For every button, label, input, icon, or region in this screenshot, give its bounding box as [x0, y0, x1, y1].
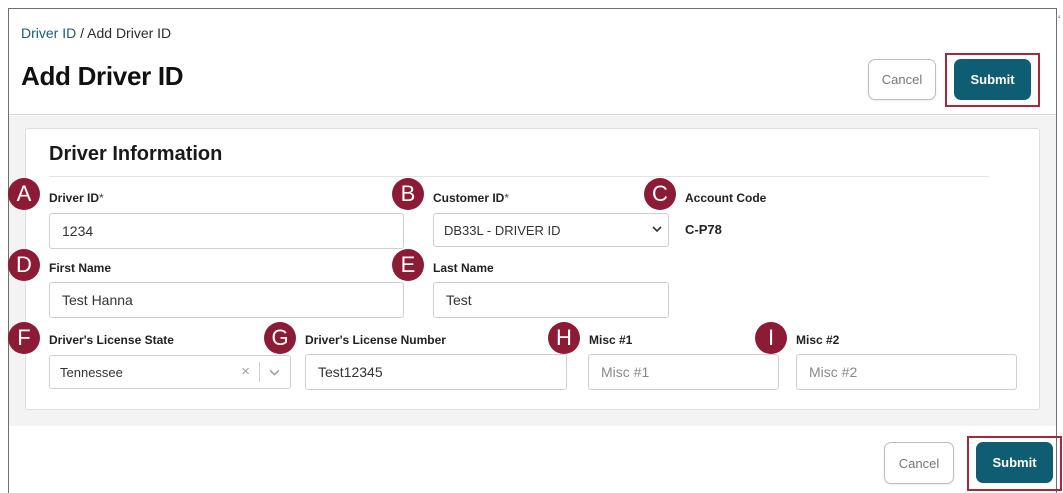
required-mark: * [99, 191, 104, 205]
marker-a: A [8, 178, 40, 210]
misc2-input[interactable] [796, 354, 1017, 390]
driver-id-label-text: Driver ID [49, 191, 100, 205]
marker-g: G [264, 322, 296, 354]
license-state-selected: Tennessee [60, 365, 123, 380]
account-code-label: Account Code [685, 191, 767, 205]
license-number-label: Driver's License Number [305, 333, 446, 347]
page-title: Add Driver ID [21, 61, 184, 91]
breadcrumb-separator: / [76, 25, 88, 41]
breadcrumb: Driver ID / Add Driver ID [21, 25, 171, 41]
clear-icon[interactable]: × [241, 363, 250, 380]
marker-f: F [8, 322, 40, 354]
section-title: Driver Information [49, 143, 223, 165]
header-cancel-button[interactable]: Cancel [868, 59, 936, 100]
breadcrumb-link-driver-id[interactable]: Driver ID [21, 25, 76, 41]
license-number-input[interactable] [305, 354, 567, 390]
driver-id-input[interactable] [49, 213, 404, 249]
marker-c: C [644, 178, 676, 210]
customer-id-select[interactable]: DB33L - DRIVER ID [433, 213, 669, 247]
last-name-label: Last Name [433, 261, 494, 275]
required-mark: * [504, 191, 510, 205]
section-divider [49, 176, 989, 177]
last-name-input[interactable] [433, 282, 669, 318]
marker-i: I [755, 322, 787, 354]
misc1-input[interactable] [588, 354, 779, 390]
edge-mark: ‘ [1058, 14, 1061, 26]
first-name-input[interactable] [49, 282, 404, 318]
customer-id-selected: DB33L - DRIVER ID [444, 222, 561, 238]
header-submit-button[interactable]: Submit [954, 59, 1031, 100]
driver-id-label: Driver ID* [49, 191, 104, 205]
marker-b: B [392, 178, 424, 210]
combo-divider [259, 362, 260, 382]
chevron-down-icon[interactable] [269, 367, 280, 378]
misc2-label: Misc #2 [796, 333, 840, 347]
footer-cancel-button[interactable]: Cancel [884, 442, 954, 484]
customer-id-label-text: Customer ID [433, 191, 505, 205]
breadcrumb-current: Add Driver ID [87, 25, 172, 41]
marker-d: D [8, 249, 40, 281]
misc1-label: Misc #1 [589, 333, 633, 347]
license-state-select[interactable]: Tennessee × [49, 355, 291, 389]
customer-id-label: Customer ID* [433, 191, 509, 205]
marker-e: E [392, 249, 424, 281]
footer-submit-button[interactable]: Submit [976, 442, 1053, 483]
first-name-label: First Name [49, 261, 112, 275]
chevron-down-icon [652, 226, 662, 233]
marker-h: H [548, 322, 580, 354]
license-state-label: Driver's License State [49, 333, 174, 347]
account-code-value: C-P78 [685, 222, 722, 237]
